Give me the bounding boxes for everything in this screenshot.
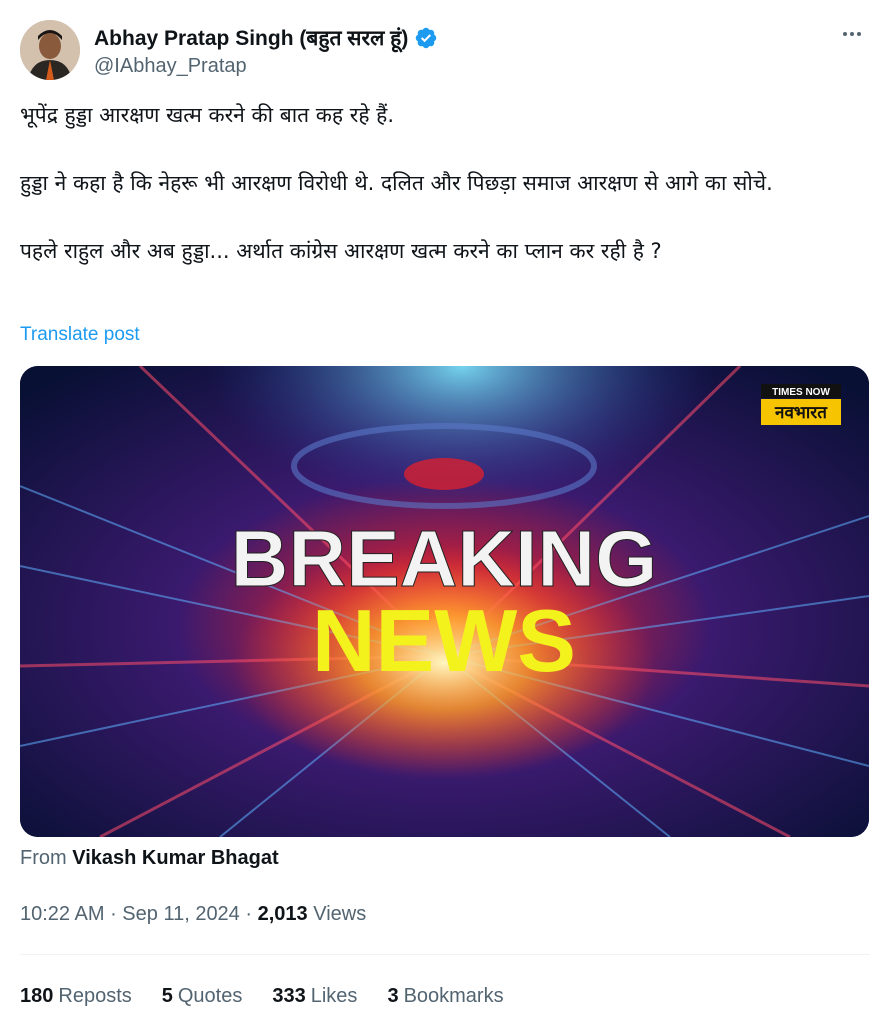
attribution-name[interactable]: Vikash Kumar Bhagat [72, 847, 278, 869]
more-options-icon[interactable] [838, 20, 866, 48]
post-paragraph: हुड्डा ने कहा है कि नेहरू भी आरक्षण विरो… [20, 171, 773, 195]
post-text: भूपेंद्र हुड्डा आरक्षण खत्म करने की बात … [20, 98, 870, 268]
attribution-prefix: From [20, 847, 67, 869]
headline-line2: NEWS [312, 591, 576, 690]
channel-name-bottom: नवभारत [774, 403, 828, 423]
breaking-news-thumbnail: BREAKING NEWS TIMES NOW नवभारत [20, 366, 869, 837]
post-date[interactable]: Sep 11, 2024 [122, 903, 240, 925]
channel-logo: TIMES NOW नवभारत [761, 384, 841, 425]
headline-line1: BREAKING [231, 514, 658, 603]
post-paragraph: पहले राहुल और अब हुड्डा... अर्थात कांग्र… [20, 239, 662, 263]
views-count: 2,013 [257, 903, 308, 925]
divider [20, 954, 870, 955]
translate-post-link[interactable]: Translate post [20, 324, 140, 346]
channel-name-top: TIMES NOW [772, 387, 830, 398]
post-time[interactable]: 10:22 AM [20, 903, 105, 925]
quotes-stat[interactable]: 5 Quotes [162, 985, 243, 1008]
author-display-name[interactable]: Abhay Pratap Singh (बहुत सरल हूं) [94, 24, 408, 52]
video-attribution: From Vikash Kumar Bhagat [20, 847, 279, 870]
views-label: Views [313, 903, 367, 925]
engagement-stats: 180 Reposts 5 Quotes 333 Likes 3 Bookmarks [20, 985, 504, 1008]
verified-badge-icon[interactable] [414, 26, 438, 50]
post-media-video[interactable]: BREAKING NEWS TIMES NOW नवभारत [20, 366, 869, 837]
likes-stat[interactable]: 333 Likes [272, 985, 357, 1008]
author-handle[interactable]: @IAbhay_Pratap [94, 55, 247, 78]
post-meta: 10:22 AM · Sep 11, 2024 · 2,013 Views [20, 903, 367, 925]
author-avatar[interactable] [20, 20, 80, 80]
avatar-image [20, 20, 80, 80]
post-paragraph: भूपेंद्र हुड्डा आरक्षण खत्म करने की बात … [20, 103, 395, 127]
bookmarks-stat[interactable]: 3 Bookmarks [387, 985, 503, 1008]
reposts-stat[interactable]: 180 Reposts [20, 985, 132, 1008]
author-name-row: Abhay Pratap Singh (बहुत सरल हूं) [94, 24, 438, 52]
